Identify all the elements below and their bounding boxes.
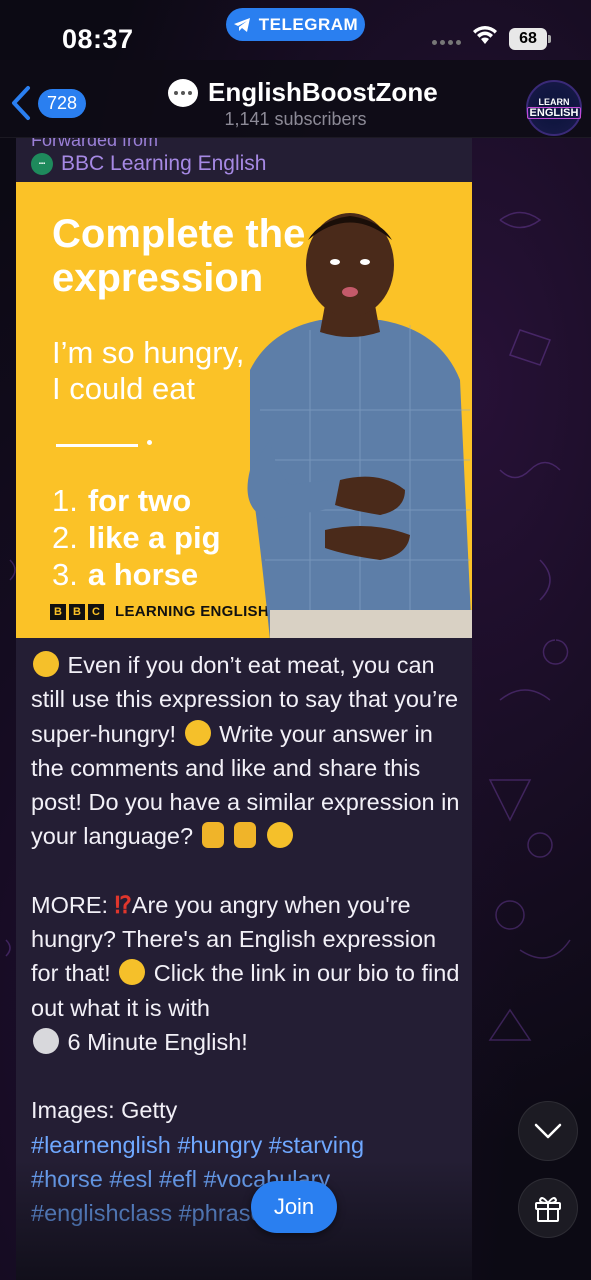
telegram-pill-label: TELEGRAM [258, 14, 359, 34]
gift-icon [535, 1197, 561, 1222]
channel-avatar[interactable]: LEARN ENGLISH [526, 80, 582, 136]
forwarded-source-name: BBC Learning English [61, 152, 267, 175]
forwarded-source[interactable]: ▪▪▪ BBC Learning English [31, 152, 266, 176]
star-struck-emoji-icon [33, 651, 59, 677]
scroll-to-bottom-button[interactable] [518, 1101, 578, 1161]
telegram-icon [233, 17, 250, 32]
status-bar: 08:37 TELEGRAM 68 [0, 0, 591, 60]
join-button[interactable]: Join [251, 1181, 337, 1233]
gift-button[interactable] [518, 1178, 578, 1238]
image-phrase: I’m so hungry, I could eat [52, 335, 244, 407]
image-phrase-line1: I’m so hungry, [52, 335, 245, 370]
battery-icon: 68 [509, 28, 551, 50]
image-options: 1. for two 2. like a pig 3. a horse [52, 482, 221, 593]
avatar-text-english: ENGLISH [526, 107, 582, 119]
channel-name: EnglishBoostZone [208, 77, 438, 107]
speech-bubble-icon [168, 78, 198, 107]
pointing-down-emoji-icon [201, 822, 224, 849]
para2-part-c: 6 Minute English! [67, 1028, 248, 1055]
avatar-text-learn: LEARN [538, 97, 570, 107]
image-phrase-line2: I could eat [52, 371, 196, 406]
person-illustration [247, 213, 472, 638]
image-blank-line [56, 444, 138, 447]
battery-level: 68 [519, 30, 537, 47]
subscriber-count: 1,141 subscribers [224, 109, 367, 129]
image-option: 2. like a pig [52, 520, 221, 555]
hashtags-line[interactable]: #learnenglish #hungry #starving [31, 1128, 461, 1162]
exclamation-question-icon: ⁉ [114, 891, 132, 918]
chevron-down-icon [534, 1123, 562, 1139]
status-time: 08:37 [62, 24, 134, 54]
message-text: Even if you don’t eat meat, you can stil… [31, 648, 461, 1230]
image-blank-dot [147, 440, 152, 445]
stopwatch-emoji-icon [33, 1027, 59, 1054]
message-paragraph-1: Even if you don’t eat meat, you can stil… [31, 648, 461, 854]
para2-prefix: MORE: [31, 891, 109, 918]
image-option: 1. for two [52, 483, 192, 518]
star-struck-emoji-icon [266, 822, 293, 849]
forwarded-label: Forwarded from [31, 138, 159, 150]
message-bubble[interactable]: Forwarded from ▪▪▪ BBC Learning English … [16, 138, 472, 1280]
images-credit: Images: Getty [31, 1097, 178, 1124]
hashtags-line[interactable]: #horse #esl #efl #vocabulary [31, 1162, 461, 1196]
hushed-emoji-icon [119, 959, 146, 986]
hashtags-line[interactable]: #englishclass #phrases [31, 1196, 461, 1230]
bbc-source-avatar: ▪▪▪ [31, 153, 53, 175]
pointing-down-emoji-icon [234, 822, 257, 849]
telegram-return-pill[interactable]: TELEGRAM [226, 8, 365, 41]
message-paragraph-2: MORE: ⁉Are you angry when you're hungry?… [31, 888, 461, 1059]
channel-title[interactable]: EnglishBoostZone [168, 77, 438, 108]
signal-icon [432, 40, 461, 45]
post-image[interactable]: Complete the expression I’m so hungry, I… [16, 182, 472, 638]
chat-header: 728 EnglishBoostZone 1,141 subscribers L… [0, 60, 591, 138]
grinning-emoji-icon [184, 719, 211, 746]
image-option: 3. a horse [52, 557, 199, 592]
wifi-icon [473, 26, 497, 44]
